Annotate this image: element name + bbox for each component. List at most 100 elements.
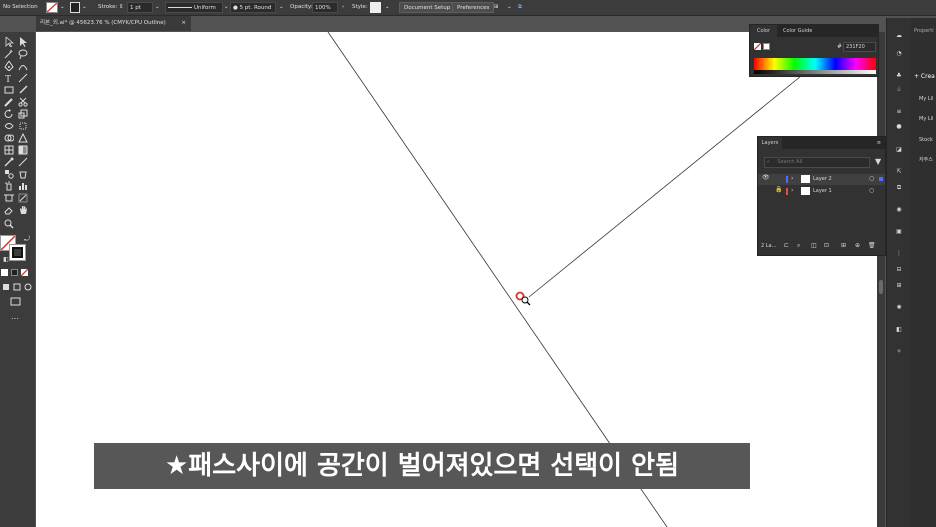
- chevron-right-icon[interactable]: ›: [791, 187, 793, 194]
- new-layer-icon[interactable]: ⊕: [855, 242, 860, 249]
- document-tab[interactable]: 리본_외.ai* @ 45623.76 % (CMYK/CPU Outline)…: [36, 16, 191, 31]
- layer-name[interactable]: Layer 1: [813, 188, 832, 194]
- artboards-icon[interactable]: ⧉: [893, 182, 905, 193]
- tab-color-guide[interactable]: Color Guide: [783, 25, 812, 37]
- magic-wand-panel-icon[interactable]: ✧: [893, 346, 905, 357]
- fill-swatch[interactable]: [46, 2, 58, 13]
- align-icon[interactable]: ⋮: [893, 248, 905, 259]
- measure-tool-icon[interactable]: [17, 156, 29, 167]
- layer-row[interactable]: 🔒 › Layer 1 ○: [758, 186, 885, 197]
- pen-tool-icon[interactable]: [3, 60, 15, 71]
- tab-color[interactable]: Color: [750, 25, 777, 37]
- opacity-input[interactable]: 100%: [312, 2, 338, 13]
- clipping-mask-icon[interactable]: ◫: [811, 242, 817, 249]
- library-item[interactable]: My Lil: [919, 96, 933, 102]
- more-tools-icon[interactable]: …: [9, 311, 21, 322]
- artboard-tool-icon[interactable]: [3, 192, 15, 203]
- pathfinder-icon[interactable]: ⊟: [893, 264, 905, 275]
- transform-icon[interactable]: ◉: [893, 204, 905, 215]
- eye-icon[interactable]: 👁: [762, 174, 770, 181]
- style-swatch[interactable]: [370, 2, 381, 13]
- library-item[interactable]: Stock: [919, 137, 933, 143]
- stroke-weight-input[interactable]: 1 pt: [127, 2, 153, 13]
- screen-mode-icon[interactable]: [9, 296, 21, 307]
- scale-tool-icon[interactable]: [17, 108, 29, 119]
- paintbrush-tool-icon[interactable]: [17, 84, 29, 95]
- target-icon[interactable]: ○: [869, 175, 874, 182]
- chevron-down-icon[interactable]: ⌄: [82, 2, 87, 13]
- pencil-tool-icon[interactable]: [3, 96, 15, 107]
- close-tab-button[interactable]: ×: [181, 16, 186, 31]
- line-tool-icon[interactable]: [17, 72, 29, 83]
- arrange-icon[interactable]: ⊞: [494, 2, 499, 13]
- vertical-scrollbar[interactable]: [877, 32, 885, 527]
- image-trace-icon[interactable]: ▣: [893, 226, 905, 237]
- color-mode-icon[interactable]: [1, 269, 8, 276]
- trash-icon[interactable]: 🗑: [868, 242, 876, 249]
- slice-tool-icon[interactable]: [17, 192, 29, 203]
- live-paint-tool-icon[interactable]: [17, 168, 29, 179]
- filter-icon[interactable]: ▼: [875, 157, 881, 166]
- create-button[interactable]: + Crea: [914, 73, 935, 80]
- panel-menu-icon[interactable]: ≡: [877, 137, 881, 149]
- gradient-tool-icon[interactable]: [17, 144, 29, 155]
- layers-search-input[interactable]: ⌕ Search All: [764, 157, 870, 168]
- links-icon[interactable]: ⊞: [893, 280, 905, 291]
- glyphs-icon[interactable]: ✺: [893, 302, 905, 313]
- lock-icon[interactable]: 🔒: [775, 186, 782, 193]
- hex-input[interactable]: 231F20: [843, 42, 876, 52]
- color-spectrum[interactable]: [754, 58, 876, 70]
- stroke-swatch[interactable]: [70, 2, 80, 13]
- curvature-tool-icon[interactable]: [17, 60, 29, 71]
- chevron-right-icon[interactable]: ›: [342, 2, 344, 13]
- blend-tool-icon[interactable]: [3, 168, 15, 179]
- direct-selection-tool-icon[interactable]: [17, 36, 29, 47]
- chevron-down-icon[interactable]: ⌄: [155, 2, 160, 13]
- fill-mini-swatch[interactable]: [754, 43, 761, 50]
- stroke-mini-swatch[interactable]: [763, 43, 770, 50]
- rotate-tool-icon[interactable]: [3, 108, 15, 119]
- symbols-icon[interactable]: ♣: [893, 70, 905, 81]
- magic-wand-tool-icon[interactable]: ✦: [3, 48, 15, 59]
- layer-row[interactable]: 👁 › Layer 2 ○: [758, 174, 885, 185]
- shape-builder-tool-icon[interactable]: [3, 132, 15, 143]
- library-item[interactable]: My Lil: [919, 116, 933, 122]
- swap-colors-icon[interactable]: ⤾: [21, 234, 33, 245]
- graphic-styles-icon[interactable]: ◪: [893, 144, 905, 155]
- scissors-tool-icon[interactable]: [17, 96, 29, 107]
- chevron-down-icon[interactable]: ⌄: [60, 2, 65, 13]
- new-layer-icon[interactable]: ⊞: [841, 242, 846, 249]
- zoom-tool-icon[interactable]: [3, 218, 15, 229]
- stroke-panel-icon[interactable]: ≡: [893, 106, 905, 117]
- chevron-down-icon[interactable]: ⌄: [224, 2, 229, 13]
- tab-layers[interactable]: Layers: [758, 137, 782, 149]
- rectangle-tool-icon[interactable]: [3, 84, 15, 95]
- color-panel-icon[interactable]: ◔: [893, 48, 905, 59]
- export-panel-icon[interactable]: ⇱: [893, 166, 905, 177]
- hand-tool-icon[interactable]: [17, 204, 29, 215]
- libraries-icon[interactable]: ☁: [893, 30, 905, 41]
- gradient-panel-icon[interactable]: ◧: [893, 324, 905, 335]
- preferences-button[interactable]: Preferences: [452, 2, 495, 13]
- column-graph-tool-icon[interactable]: [17, 180, 29, 191]
- stroke-profile-select[interactable]: Uniform: [165, 2, 223, 13]
- scroll-thumb[interactable]: [879, 280, 883, 294]
- selection-indicator[interactable]: [879, 177, 883, 181]
- none-mode-icon[interactable]: [21, 269, 28, 276]
- new-sublayer-icon[interactable]: ⊡: [824, 242, 829, 249]
- chevron-down-icon[interactable]: ⌄: [279, 2, 284, 13]
- width-tool-icon[interactable]: [3, 120, 15, 131]
- layer-name[interactable]: Layer 2: [813, 176, 832, 182]
- perspective-grid-tool-icon[interactable]: [17, 132, 29, 143]
- export-icon[interactable]: ⊏: [784, 242, 789, 249]
- document-setup-button[interactable]: Document Setup: [399, 2, 456, 13]
- eraser-tool-icon[interactable]: [3, 204, 15, 215]
- type-tool-icon[interactable]: T: [3, 72, 15, 83]
- chevron-right-icon[interactable]: ›: [791, 175, 793, 182]
- chevron-down-icon[interactable]: ⌄: [507, 2, 512, 13]
- library-item[interactable]: 자주스: [919, 156, 933, 163]
- gradient-mode-icon[interactable]: [11, 269, 18, 276]
- default-colors-icon[interactable]: ◧: [0, 254, 12, 265]
- brush-select[interactable]: ● 5 pt. Round: [230, 2, 276, 13]
- eyedropper-tool-icon[interactable]: [3, 156, 15, 167]
